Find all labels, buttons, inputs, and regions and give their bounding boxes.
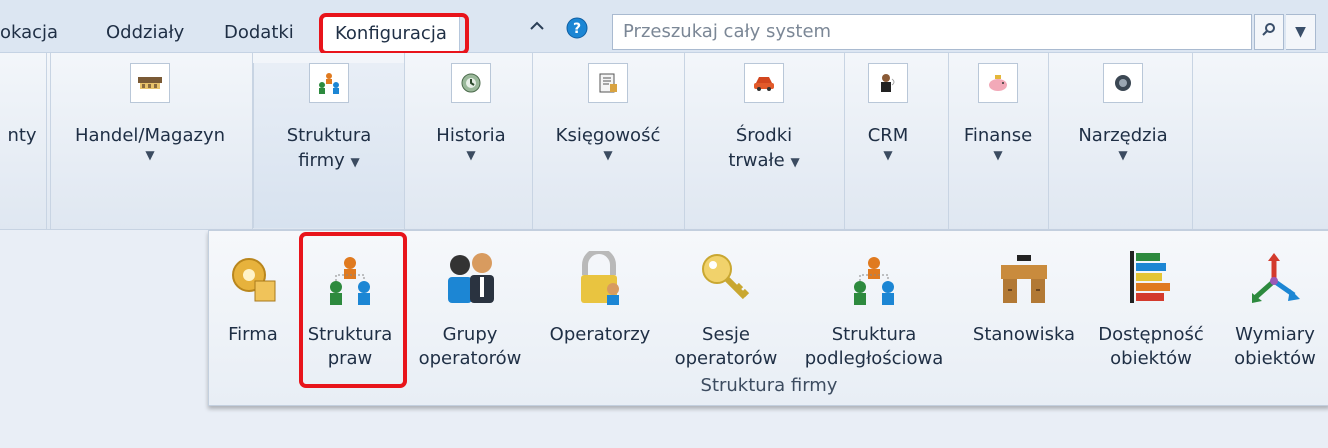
chevron-down-icon: ▼ — [466, 148, 476, 162]
chevron-down-icon: ▼ — [993, 148, 1003, 162]
help-icon[interactable]: ? — [566, 17, 588, 44]
tab-dodatki[interactable]: Dodatki — [224, 16, 294, 50]
car-icon — [744, 63, 784, 103]
ribbon-button-historia[interactable]: Historia ▼ — [416, 63, 526, 228]
ribbon-button-struktura-firmy[interactable]: Struktura firmy ▼ — [253, 63, 405, 228]
ribbon-button-konty[interactable]: nty — [0, 63, 44, 228]
tab-lokacja[interactable]: okacja — [0, 16, 58, 50]
key-icon — [671, 247, 781, 305]
ribbon-button-srodki-trwale[interactable]: Środki trwałe ▼ — [690, 63, 838, 228]
menu-item-operatorzy[interactable]: Operatorzy — [545, 247, 655, 347]
menu-item-dostepnosc-obiektow[interactable]: Dostępność obiektów — [1089, 247, 1213, 371]
menu-item-wymiary-obiektow[interactable]: Wymiary obiektów — [1225, 247, 1325, 371]
tools-icon — [1103, 63, 1143, 103]
chevron-down-icon: ▼ — [883, 148, 893, 162]
hierarchy-icon — [799, 247, 949, 305]
menu-item-grupy-operatorow[interactable]: Grupy operatorów — [415, 247, 525, 371]
history-icon — [451, 63, 491, 103]
search-options-chevron-down-icon[interactable]: ▼ — [1286, 14, 1316, 50]
svg-text:?: ? — [573, 21, 581, 37]
availability-icon — [1089, 247, 1213, 305]
menu-item-firma[interactable]: Firma — [215, 247, 291, 347]
crm-icon — [868, 63, 908, 103]
accounting-icon — [588, 63, 628, 103]
ribbon: nty Handel/Magazyn ▼ Struktura firmy ▼ H… — [0, 53, 1328, 230]
org-structure-icon — [309, 63, 349, 103]
chevron-down-icon: ▼ — [1118, 148, 1128, 162]
ribbon-button-narzedzia[interactable]: Narzędzia ▼ — [1062, 63, 1184, 228]
ribbon-button-finanse[interactable]: Finanse ▼ — [956, 63, 1040, 228]
gear-icon — [215, 247, 291, 305]
search-input[interactable]: Przeszukaj cały system — [612, 14, 1252, 50]
ribbon-button-handel-magazyn[interactable]: Handel/Magazyn ▼ — [60, 63, 240, 228]
tab-bar: okacja Oddziały Dodatki Konfiguracja ? P… — [0, 0, 1328, 55]
user-group-icon — [415, 247, 525, 305]
menu-item-stanowiska[interactable]: Stanowiska — [969, 247, 1079, 347]
menu-item-sesje-operatorow[interactable]: Sesje operatorów — [671, 247, 781, 371]
tab-oddzialy[interactable]: Oddziały — [106, 16, 184, 50]
menu-item-struktura-podleglosciowa[interactable]: Struktura podległościowa — [799, 247, 949, 371]
piggy-bank-icon — [978, 63, 1018, 103]
highlight-frame-tab — [319, 13, 469, 55]
search-icon[interactable] — [1254, 14, 1284, 50]
chevron-down-icon: ▼ — [350, 155, 360, 169]
highlight-frame-struktura-praw — [299, 232, 407, 388]
ribbon-button-crm[interactable]: CRM ▼ — [850, 63, 926, 228]
warehouse-icon — [130, 63, 170, 103]
chevron-down-icon: ▼ — [145, 148, 155, 162]
ribbon-button-ksiegowosc[interactable]: Księgowość ▼ — [540, 63, 676, 228]
desk-icon — [969, 247, 1079, 305]
chevron-down-icon: ▼ — [603, 148, 613, 162]
collapse-ribbon-icon[interactable] — [528, 18, 546, 41]
lock-user-icon — [545, 247, 655, 305]
chevron-down-icon: ▼ — [790, 155, 800, 169]
dimensions-icon — [1225, 247, 1325, 305]
